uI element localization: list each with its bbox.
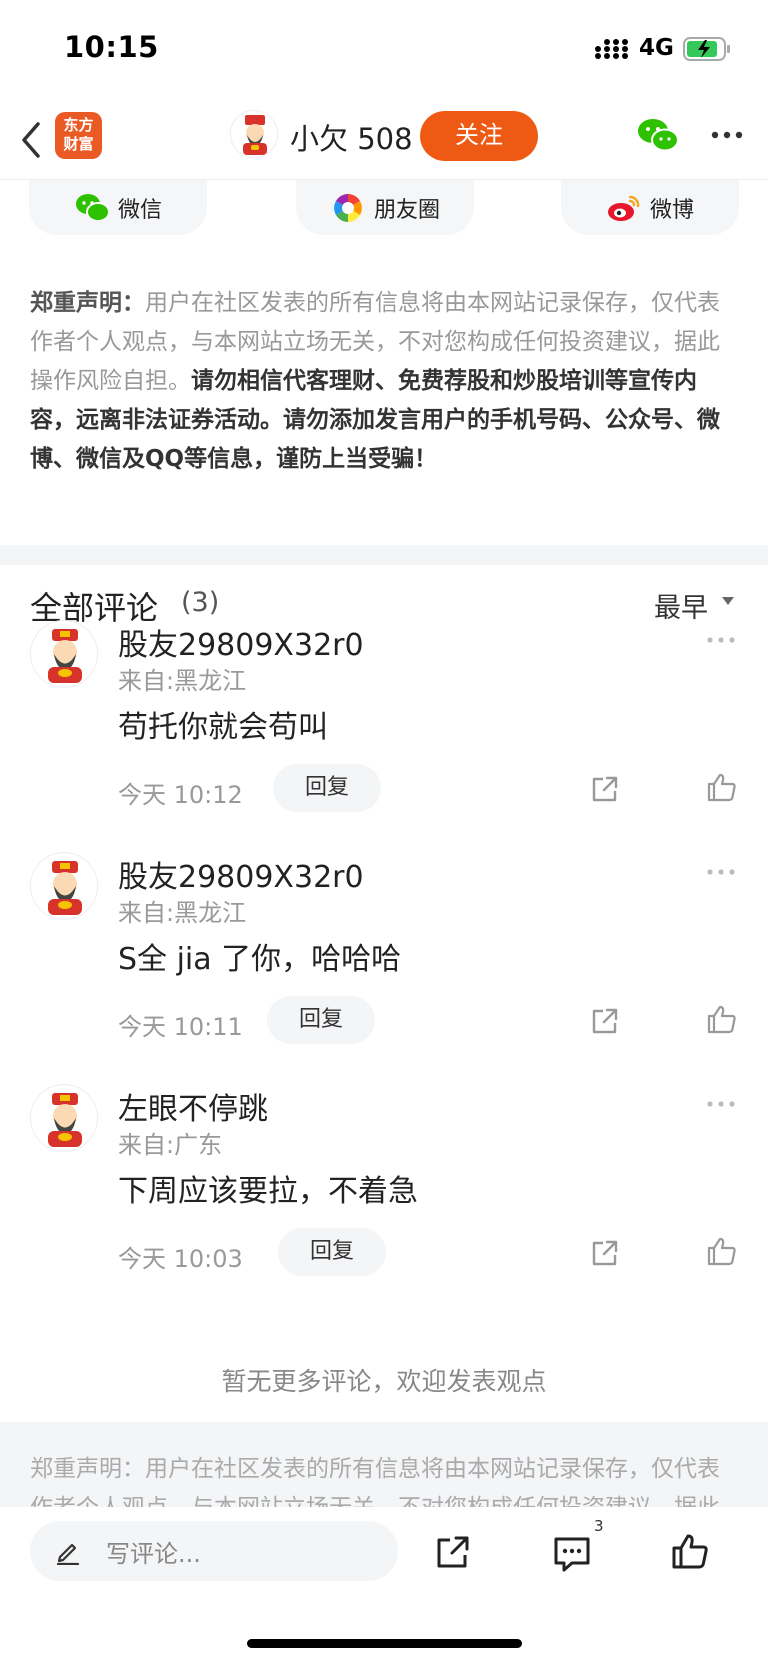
avatar[interactable]	[30, 620, 98, 688]
more-icon[interactable]	[706, 868, 736, 876]
share-icon[interactable]	[434, 1533, 472, 1571]
share-icon[interactable]	[589, 1005, 621, 1037]
wechat-icon[interactable]	[636, 116, 680, 154]
comment-author[interactable]: 股友29809X32r0	[118, 852, 364, 896]
share-row: 微信 朋友圈 微博	[0, 180, 768, 236]
disclaimer-label: 郑重声明：	[30, 290, 145, 316]
nav-header: 东方 财富 小欠 508 关注	[0, 100, 768, 180]
comment-text: S全 jia 了你，哈哈哈	[118, 942, 402, 977]
follow-button[interactable]: 关注	[420, 111, 538, 161]
nav-username[interactable]: 小欠 508	[290, 116, 413, 158]
reply-button[interactable]: 回复	[273, 764, 381, 812]
like-icon[interactable]	[706, 771, 738, 803]
share-weibo-button[interactable]: 微博	[561, 180, 739, 235]
comment-location: 来自:广东	[118, 1131, 223, 1159]
moments-icon	[333, 193, 362, 222]
caishen-avatar-icon	[48, 861, 82, 915]
share-moments-label: 朋友圈	[373, 197, 440, 223]
like-icon[interactable]	[670, 1531, 710, 1571]
wechat-icon	[75, 193, 110, 222]
reply-button[interactable]: 回复	[278, 1228, 386, 1276]
pen-icon	[56, 1543, 80, 1565]
signal-icon	[595, 39, 628, 59]
comment-input[interactable]: 写评论...	[30, 1521, 398, 1581]
comment-text: 下周应该要拉，不着急	[118, 1174, 418, 1209]
no-more-comments: 暂无更多评论，欢迎发表观点	[221, 1367, 547, 1396]
comment-item: 股友29809X32r0 来自:黑龙江 苟托你就会苟叫 今天 10:12 回复	[0, 620, 768, 852]
comment-location: 来自:黑龙江	[118, 899, 247, 927]
comment-author[interactable]: 股友29809X32r0	[118, 620, 364, 664]
disclaimer: 郑重声明：用户在社区发表的所有信息将由本网站记录保存，仅代表作者个人观点，与本网…	[30, 284, 740, 479]
comment-item: 股友29809X32r0 来自:黑龙江 S全 jia 了你，哈哈哈 今天 10:…	[0, 852, 768, 1084]
like-icon[interactable]	[706, 1235, 738, 1267]
back-icon[interactable]	[18, 118, 46, 162]
share-wechat-label: 微信	[117, 197, 162, 223]
like-icon[interactable]	[706, 1003, 738, 1035]
share-weibo-label: 微博	[649, 197, 694, 223]
bottom-bar: 写评论... 3	[0, 1507, 768, 1663]
caishen-avatar-icon	[243, 115, 267, 155]
network-type: 4G	[639, 35, 674, 61]
share-icon[interactable]	[589, 773, 621, 805]
avatar[interactable]	[30, 1084, 98, 1152]
more-icon[interactable]	[710, 130, 744, 140]
comment-time: 今天 10:11	[118, 1013, 243, 1041]
reply-button[interactable]: 回复	[267, 996, 375, 1044]
status-time: 10:15	[64, 30, 159, 64]
logo-text-bottom: 财富	[63, 135, 94, 153]
avatar[interactable]	[230, 110, 278, 158]
caishen-avatar-icon	[48, 629, 82, 683]
share-moments-button[interactable]: 朋友圈	[296, 180, 474, 235]
more-icon[interactable]	[706, 1100, 736, 1108]
caret-down-icon[interactable]	[722, 597, 734, 605]
logo-text-top: 东方	[63, 116, 94, 134]
comment-item: 左眼不停跳 来自:广东 下周应该要拉，不着急 今天 10:03 回复	[0, 1084, 768, 1316]
more-icon[interactable]	[706, 636, 736, 644]
comment-time: 今天 10:03	[118, 1245, 243, 1273]
caishen-avatar-icon	[48, 1093, 82, 1147]
comment-text: 苟托你就会苟叫	[118, 710, 328, 745]
comment-input-placeholder: 写评论...	[106, 1539, 201, 1568]
comment-author[interactable]: 左眼不停跳	[118, 1084, 268, 1128]
section-divider	[0, 545, 768, 565]
comment-time: 今天 10:12	[118, 781, 243, 809]
avatar[interactable]	[30, 852, 98, 920]
home-indicator	[247, 1639, 522, 1648]
comment-location: 来自:黑龙江	[118, 667, 247, 695]
footer-disclaimer-area: 郑重声明：用户在社区发表的所有信息将由本网站记录保存，仅代表作者个人观点，与本网…	[0, 1422, 768, 1517]
share-wechat-button[interactable]: 微信	[29, 180, 207, 235]
comments-count: (3)	[181, 587, 220, 618]
battery-icon	[683, 37, 730, 61]
comment-icon[interactable]	[552, 1535, 592, 1573]
app-logo[interactable]: 东方 财富	[55, 112, 102, 159]
share-icon[interactable]	[589, 1237, 621, 1269]
comment-count-badge: 3	[594, 1517, 604, 1535]
weibo-icon	[607, 195, 640, 221]
status-bar: 10:15 4G	[0, 0, 768, 100]
